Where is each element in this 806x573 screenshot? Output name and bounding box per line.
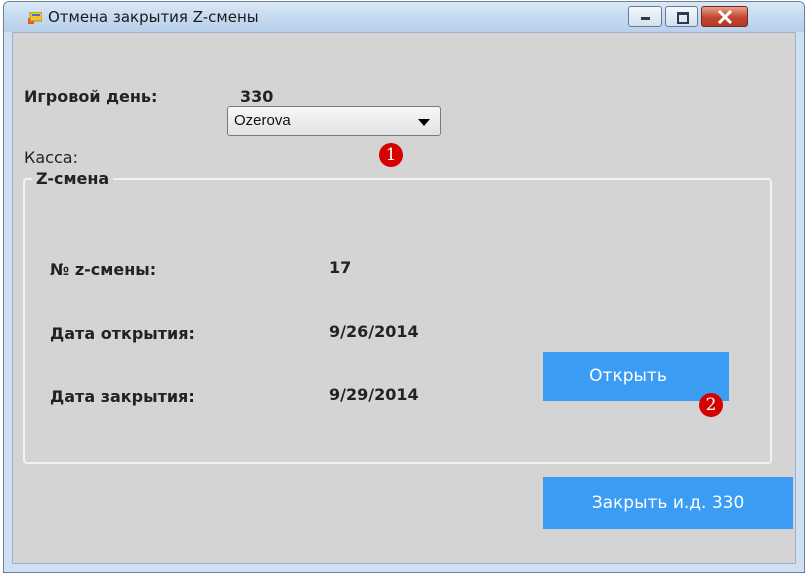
z-shift-number-value: 17 bbox=[329, 258, 352, 277]
close-game-day-button[interactable]: Закрыть и.д. 330 bbox=[543, 477, 793, 529]
close-icon bbox=[717, 10, 733, 24]
close-game-day-button-label: Закрыть и.д. 330 bbox=[591, 493, 745, 513]
close-date-value: 9/29/2014 bbox=[329, 385, 419, 404]
game-day-label: Игровой день: bbox=[24, 87, 158, 106]
game-day-value: 330 bbox=[240, 87, 274, 106]
open-shift-button-label: Открыть bbox=[589, 366, 667, 386]
cash-register-selected: Ozerova bbox=[234, 112, 291, 129]
maximize-button[interactable] bbox=[665, 6, 698, 27]
minimize-button[interactable] bbox=[628, 6, 662, 27]
open-date-value: 9/26/2014 bbox=[329, 322, 419, 341]
maximize-icon bbox=[677, 12, 689, 24]
minimize-icon bbox=[641, 17, 650, 20]
z-shift-number-label: № z-смены: bbox=[50, 260, 157, 279]
annotation-marker-1: 1 bbox=[379, 143, 403, 167]
cash-register-label: Касса: bbox=[24, 148, 78, 167]
open-shift-button[interactable]: Открыть bbox=[543, 352, 729, 401]
close-date-label: Дата закрытия: bbox=[50, 387, 195, 406]
title-bar[interactable]: Отмена закрытия Z-смены bbox=[4, 2, 804, 32]
open-date-label: Дата открытия: bbox=[50, 324, 195, 343]
chevron-down-icon[interactable] bbox=[418, 119, 430, 126]
cash-register-dropdown[interactable]: Ozerova bbox=[227, 106, 441, 136]
annotation-marker-2: 2 bbox=[699, 393, 723, 417]
dialog-window: Отмена закрытия Z-смены Игровой день: 33… bbox=[3, 1, 805, 573]
window-title: Отмена закрытия Z-смены bbox=[48, 8, 259, 26]
app-icon bbox=[28, 12, 42, 24]
z-shift-group bbox=[23, 178, 772, 464]
z-shift-group-title: Z-смена bbox=[32, 169, 114, 189]
close-button[interactable] bbox=[701, 6, 748, 27]
